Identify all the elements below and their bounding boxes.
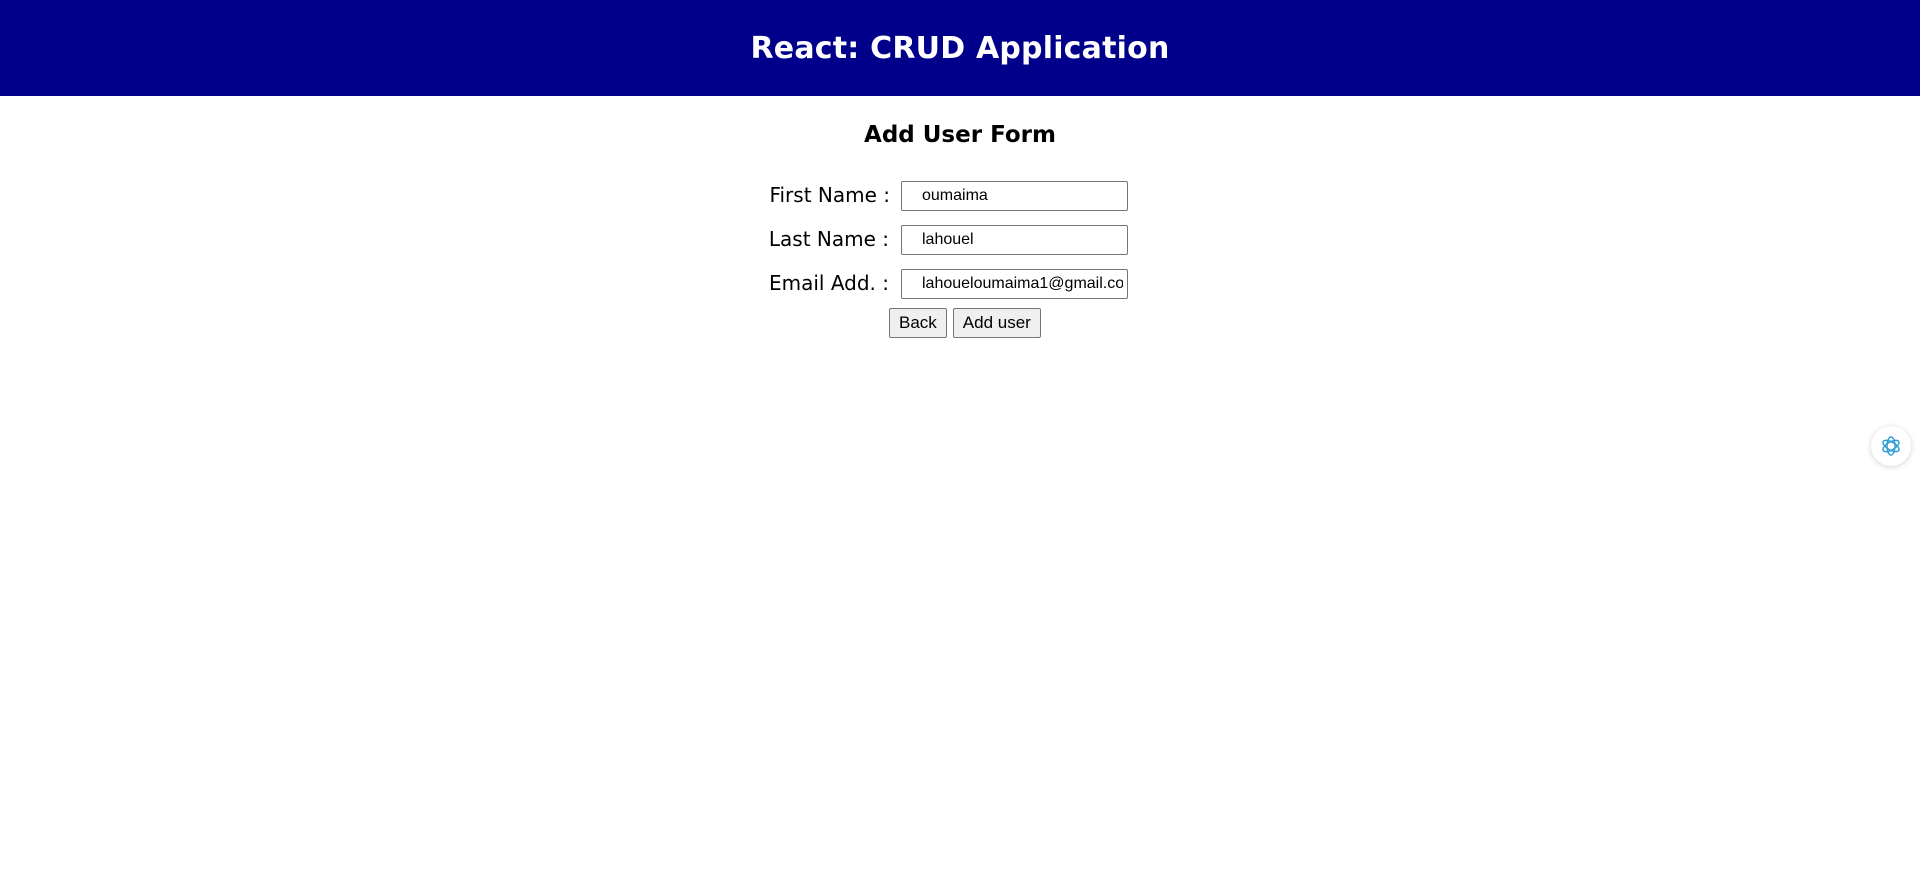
form-title: Add User Form (864, 122, 1056, 148)
first-name-label: First Name : (769, 183, 890, 207)
email-row: Email Add. : (0, 269, 1920, 301)
assistant-floating-button[interactable] (1871, 426, 1911, 466)
last-name-row: Last Name : (0, 225, 1920, 257)
email-label: Email Add. : (768, 271, 889, 295)
first-name-input[interactable] (901, 181, 1128, 211)
last-name-input[interactable] (901, 225, 1128, 255)
email-input[interactable] (901, 269, 1128, 299)
app-header: React: CRUD Application (0, 0, 1920, 96)
back-button[interactable]: Back (889, 308, 947, 338)
assistant-swirl-icon (1882, 436, 1900, 456)
app-title: React: CRUD Application (750, 30, 1170, 66)
first-name-row: First Name : (0, 181, 1920, 213)
form-actions: Back Add user (889, 308, 1041, 338)
add-user-button[interactable]: Add user (952, 308, 1041, 338)
last-name-label: Last Name : (768, 227, 889, 251)
